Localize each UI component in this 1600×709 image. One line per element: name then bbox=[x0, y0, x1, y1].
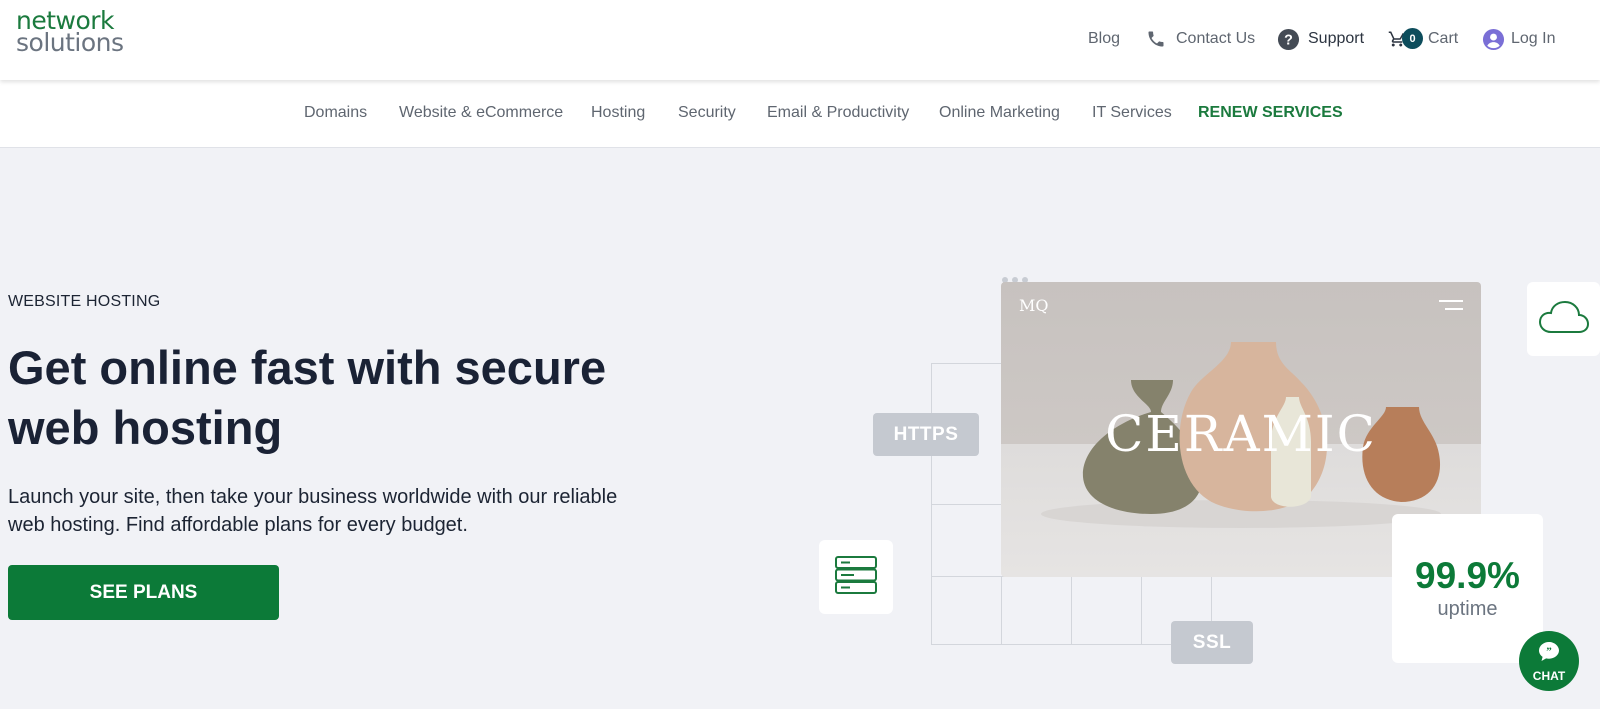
nav-hosting[interactable]: Hosting bbox=[591, 104, 645, 122]
server-icon bbox=[834, 555, 878, 600]
grid-line bbox=[1001, 576, 1002, 645]
support-icon: ? bbox=[1277, 28, 1300, 51]
blog-label: Blog bbox=[1088, 30, 1121, 47]
svg-text:?: ? bbox=[1284, 32, 1293, 48]
support-link[interactable]: ? Support bbox=[1277, 0, 1364, 78]
mockup-title: CERAMIC bbox=[1105, 405, 1377, 463]
ssl-tag: SSL bbox=[1171, 621, 1253, 664]
grid-line bbox=[1141, 576, 1142, 645]
login-link[interactable]: Log In bbox=[1482, 0, 1555, 78]
top-header: network solutions Blog Contact Us ? Supp… bbox=[0, 0, 1600, 80]
nav-security[interactable]: Security bbox=[678, 104, 736, 122]
hero-headline: Get online fast with secure web hosting bbox=[8, 341, 607, 454]
uptime-label: uptime bbox=[1437, 598, 1498, 620]
nav-renew-services[interactable]: RENEW SERVICES bbox=[1198, 104, 1343, 122]
svg-text:”: ” bbox=[1546, 645, 1552, 657]
cloud-icon bbox=[1538, 299, 1590, 340]
grid-line bbox=[931, 644, 1176, 645]
grid-line bbox=[1211, 576, 1212, 622]
nav-website-ecommerce[interactable]: Website & eCommerce bbox=[399, 104, 563, 122]
server-card bbox=[819, 540, 893, 614]
contact-us-label: Contact Us bbox=[1176, 30, 1256, 47]
cart-label: Cart bbox=[1428, 30, 1459, 47]
cloud-card bbox=[1527, 282, 1600, 356]
menu-icon bbox=[1439, 300, 1463, 316]
uptime-value: 99.9% bbox=[1415, 555, 1520, 596]
nav-online-marketing[interactable]: Online Marketing bbox=[939, 104, 1060, 122]
network-solutions-logo[interactable]: network solutions bbox=[16, 8, 124, 57]
user-icon bbox=[1482, 28, 1505, 51]
phone-icon bbox=[1146, 29, 1166, 49]
nav-domains[interactable]: Domains bbox=[304, 104, 367, 122]
grid-line bbox=[931, 504, 1001, 505]
hero-subtext: Launch your site, then take your busines… bbox=[8, 486, 618, 536]
blog-link[interactable]: Blog bbox=[1088, 0, 1120, 78]
nav-it-services[interactable]: IT Services bbox=[1092, 104, 1172, 122]
grid-line bbox=[1071, 576, 1072, 645]
contact-us-link[interactable]: Contact Us bbox=[1146, 0, 1255, 78]
mockup-brand: MQ bbox=[1019, 296, 1049, 315]
grid-line bbox=[931, 363, 1001, 364]
chat-label: CHAT bbox=[1532, 668, 1566, 683]
logo-line-2: solutions bbox=[16, 28, 124, 57]
nav-email-productivity[interactable]: Email & Productivity bbox=[767, 104, 909, 122]
cart-link[interactable]: 0 Cart bbox=[1388, 0, 1458, 78]
main-nav: Domains Website & eCommerce Hosting Secu… bbox=[0, 80, 1600, 148]
hero-eyebrow: WEBSITE HOSTING bbox=[8, 293, 161, 310]
login-label: Log In bbox=[1511, 30, 1556, 47]
see-plans-button[interactable]: SEE PLANS bbox=[8, 565, 279, 620]
https-tag: HTTPS bbox=[873, 413, 979, 456]
chat-button[interactable]: ” CHAT bbox=[1519, 631, 1579, 691]
cart-count-badge: 0 bbox=[1402, 28, 1423, 49]
uptime-card: 99.9% uptime bbox=[1392, 514, 1543, 663]
support-label: Support bbox=[1308, 30, 1365, 47]
chat-icon: ” bbox=[1537, 640, 1561, 667]
